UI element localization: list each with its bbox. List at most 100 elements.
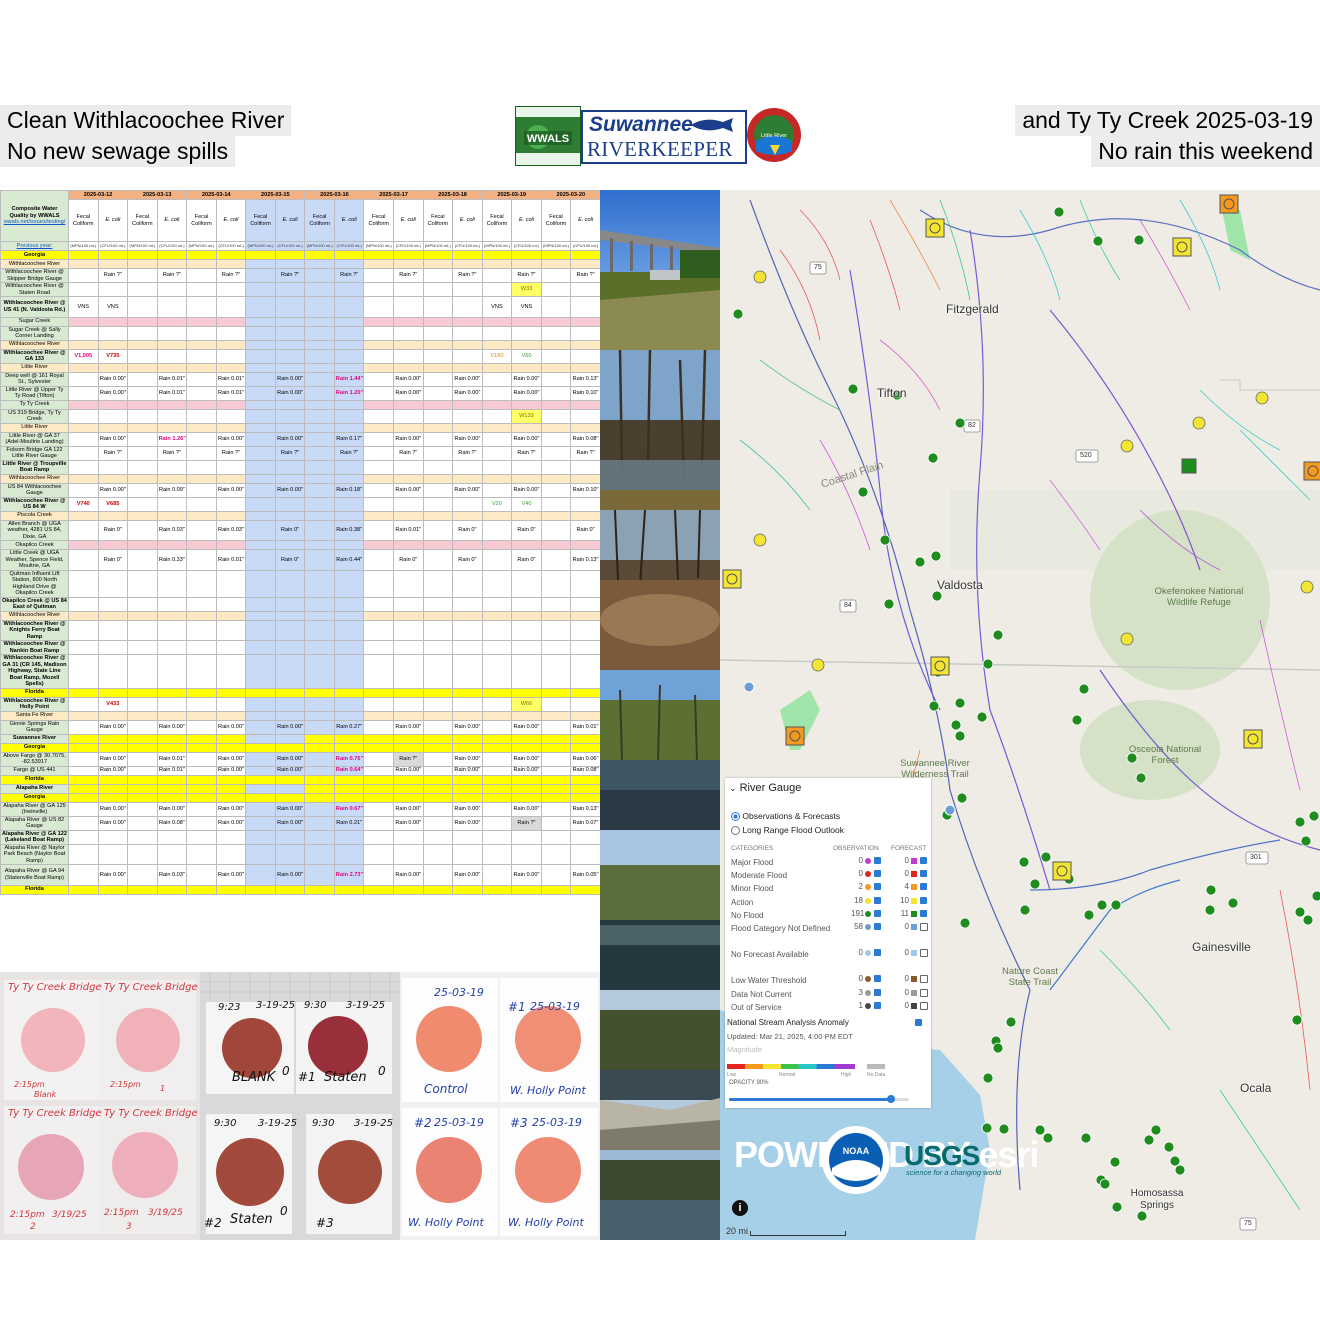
gauge-no-flood-marker[interactable] — [1078, 683, 1090, 695]
gauge-no-flood-marker[interactable] — [883, 598, 895, 610]
gauge-no-flood-marker[interactable] — [1080, 1132, 1092, 1144]
gauge-no-flood-marker[interactable] — [1205, 884, 1217, 896]
gauge-no-flood-marker[interactable] — [1300, 835, 1312, 847]
gauge-no-flood-marker[interactable] — [954, 417, 966, 429]
forecast-checkbox[interactable] — [920, 975, 928, 984]
gauge-no-flood-marker[interactable] — [847, 383, 859, 395]
gauge-action-marker[interactable] — [1192, 416, 1206, 430]
gauge-no-flood-marker[interactable] — [732, 308, 744, 320]
gauge-not-defined-marker[interactable] — [743, 681, 755, 693]
gauge-no-flood-marker[interactable] — [1053, 206, 1065, 218]
gauge-no-flood-marker[interactable] — [879, 534, 891, 546]
gauge-no-flood-marker[interactable] — [857, 486, 869, 498]
gauge-action-marker[interactable] — [1300, 580, 1314, 594]
observation-checkbox[interactable] — [874, 883, 881, 891]
observation-checkbox[interactable] — [874, 988, 881, 996]
observation-checkbox[interactable] — [874, 857, 881, 864]
gauge-action-forecast-marker[interactable] — [925, 218, 945, 238]
gauge-no-flood-marker[interactable] — [1111, 1201, 1123, 1213]
gauge-no-flood-marker[interactable] — [1204, 904, 1216, 916]
gauge-no-flood-marker[interactable] — [1291, 1014, 1303, 1026]
gauge-no-flood-marker[interactable] — [1227, 897, 1239, 909]
gauge-action-forecast-marker[interactable] — [722, 569, 742, 589]
gauge-no-flood-marker[interactable] — [931, 590, 943, 602]
gauge-no-flood-marker[interactable] — [1096, 899, 1108, 911]
option-long-range[interactable]: Long Range Flood Outlook — [731, 825, 844, 836]
gauge-action-marker[interactable] — [1255, 391, 1269, 405]
gauge-no-flood-marker[interactable] — [1302, 914, 1314, 926]
gauge-action-forecast-marker[interactable] — [1172, 237, 1192, 257]
gauge-no-flood-marker[interactable] — [992, 1042, 1004, 1054]
gauge-no-flood-marker[interactable] — [1311, 890, 1320, 902]
gauge-no-flood-marker[interactable] — [1005, 1016, 1017, 1028]
gauge-no-flood-marker[interactable] — [950, 719, 962, 731]
gauge-no-flood-marker[interactable] — [1099, 1178, 1111, 1190]
gauge-no-flood-marker[interactable] — [1143, 1134, 1155, 1146]
gauge-no-flood-marker[interactable] — [927, 452, 939, 464]
gauge-minor-flood-marker[interactable] — [1303, 461, 1320, 481]
gauge-no-flood-marker[interactable] — [998, 1123, 1010, 1135]
gauge-no-flood-marker[interactable] — [982, 1072, 994, 1084]
info-icon[interactable]: i — [732, 1200, 748, 1216]
gauge-action-marker[interactable] — [1120, 439, 1134, 453]
gauge-no-flood-forecast-marker[interactable] — [1181, 458, 1197, 474]
gauge-no-flood-marker[interactable] — [1174, 1164, 1186, 1176]
forecast-checkbox[interactable] — [920, 949, 928, 958]
gauge-action-forecast-marker[interactable] — [930, 656, 950, 676]
observation-checkbox[interactable] — [874, 949, 881, 957]
observation-checkbox[interactable] — [874, 909, 881, 917]
gauge-no-flood-marker[interactable] — [1040, 851, 1052, 863]
gauge-no-flood-marker[interactable] — [930, 550, 942, 562]
gauge-no-flood-marker[interactable] — [1019, 904, 1031, 916]
gauge-no-flood-marker[interactable] — [1042, 1132, 1054, 1144]
forecast-checkbox[interactable] — [920, 909, 927, 917]
gauge-action-forecast-marker[interactable] — [1052, 861, 1072, 881]
opacity-slider-track[interactable] — [729, 1095, 909, 1103]
observation-checkbox[interactable] — [874, 870, 881, 878]
gauge-minor-flood-marker[interactable] — [785, 726, 805, 746]
gauge-no-flood-marker[interactable] — [992, 629, 1004, 641]
gauge-action-forecast-marker[interactable] — [1243, 729, 1263, 749]
forecast-checkbox[interactable] — [920, 1001, 928, 1010]
gauge-action-marker[interactable] — [753, 270, 767, 284]
gauge-no-flood-marker[interactable] — [1308, 810, 1320, 822]
gauge-no-flood-marker[interactable] — [1150, 1124, 1162, 1136]
gauge-no-flood-marker[interactable] — [981, 1122, 993, 1134]
gauge-no-flood-marker[interactable] — [1071, 714, 1083, 726]
gauge-no-flood-marker[interactable] — [959, 917, 971, 929]
gauge-minor-flood-marker[interactable] — [1219, 194, 1239, 214]
gauge-no-flood-marker[interactable] — [954, 697, 966, 709]
observation-checkbox[interactable] — [874, 923, 881, 930]
gauge-action-marker[interactable] — [753, 533, 767, 547]
gauge-no-flood-marker[interactable] — [1018, 856, 1030, 868]
option-observations[interactable]: Observations & Forecasts — [731, 811, 840, 822]
gauge-no-flood-marker[interactable] — [1294, 906, 1306, 918]
radio-selected-icon[interactable] — [731, 812, 740, 822]
observation-checkbox[interactable] — [874, 1001, 881, 1009]
forecast-checkbox[interactable] — [920, 896, 927, 904]
observation-checkbox[interactable] — [874, 896, 881, 904]
forecast-checkbox[interactable] — [920, 883, 927, 891]
gauge-no-flood-marker[interactable] — [976, 711, 988, 723]
gauge-no-flood-marker[interactable] — [1163, 1141, 1175, 1153]
gauge-action-marker[interactable] — [811, 658, 825, 672]
forecast-checkbox[interactable] — [920, 870, 927, 878]
gauge-no-flood-marker[interactable] — [982, 658, 994, 670]
gauge-action-marker[interactable] — [1120, 632, 1134, 646]
forecast-checkbox[interactable] — [920, 857, 927, 864]
table-link[interactable]: wwals.net/issues/testing/ — [2, 219, 67, 226]
opacity-slider-handle[interactable] — [887, 1095, 895, 1103]
gauge-not-defined-marker[interactable] — [944, 804, 956, 816]
observation-checkbox[interactable] — [874, 975, 881, 983]
anomaly-checkbox[interactable] — [915, 1019, 922, 1026]
gauge-no-flood-marker[interactable] — [1169, 1155, 1181, 1167]
gauge-no-flood-marker[interactable] — [954, 730, 966, 742]
forecast-checkbox[interactable] — [920, 923, 928, 931]
previous-year-link[interactable]: Previous year: — [0, 241, 69, 251]
legend-header[interactable]: ⌄ River Gauge — [729, 782, 801, 794]
radio-unselected-icon[interactable] — [731, 826, 740, 836]
gauge-no-flood-marker[interactable] — [1294, 816, 1306, 828]
gauge-no-flood-marker[interactable] — [1110, 899, 1122, 911]
gauge-no-flood-marker[interactable] — [1135, 772, 1147, 784]
gauge-no-flood-marker[interactable] — [928, 700, 940, 712]
